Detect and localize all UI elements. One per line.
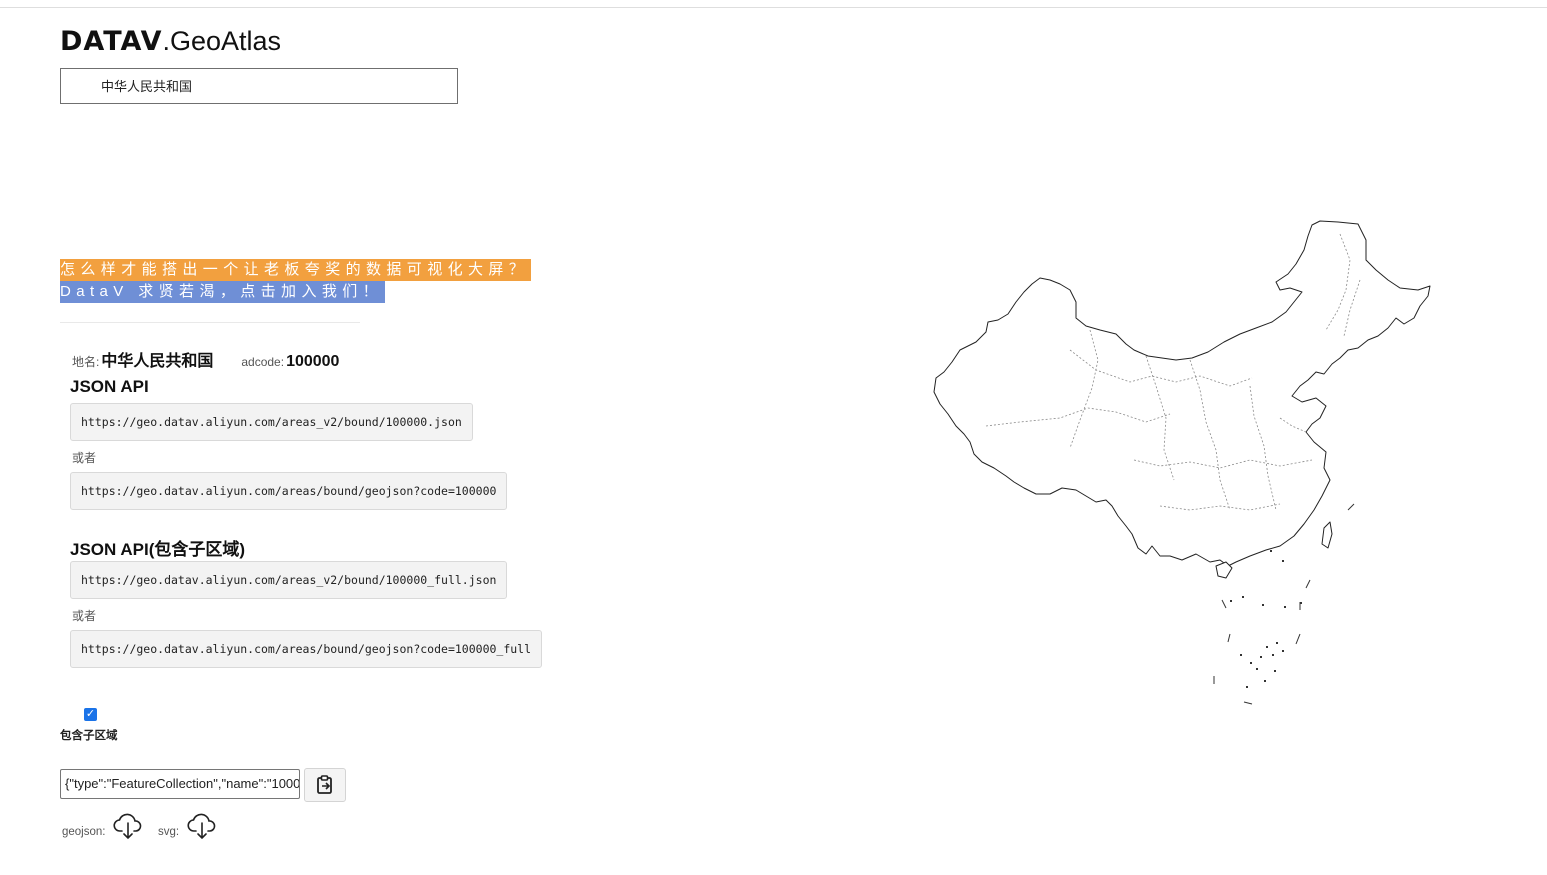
download-geojson: geojson: bbox=[62, 812, 143, 840]
region-select[interactable]: 中华人民共和国 bbox=[60, 68, 458, 104]
cloud-download-icon[interactable] bbox=[113, 812, 143, 840]
copy-button[interactable] bbox=[304, 768, 346, 802]
name-label: 地名: bbox=[72, 355, 100, 369]
island-dot bbox=[1260, 656, 1262, 658]
json-api-title: JSON API bbox=[70, 377, 149, 396]
island-dot bbox=[1246, 686, 1248, 688]
island-dot bbox=[1256, 668, 1258, 670]
logo-text-light: .GeoAtlas bbox=[162, 26, 282, 56]
island-dot bbox=[1262, 604, 1264, 606]
logo-text-bold: DATAV bbox=[60, 26, 163, 57]
promo-line-2[interactable]: DataV 求贤若渴，点击加入我们！ bbox=[60, 281, 386, 303]
or-label-full: 或者 bbox=[72, 609, 97, 623]
island-dot bbox=[1270, 550, 1272, 552]
island-dot bbox=[1230, 600, 1232, 602]
island-dot bbox=[1276, 642, 1278, 644]
name-value: 中华人民共和国 bbox=[101, 353, 214, 370]
dash-line-segment bbox=[1295, 633, 1301, 645]
adcode-value: 100000 bbox=[286, 353, 340, 370]
adcode-label: adcode: bbox=[241, 355, 285, 369]
include-subregions-checkbox[interactable]: ✓ bbox=[84, 708, 97, 721]
island-dot bbox=[1282, 560, 1284, 562]
section-divider bbox=[60, 322, 360, 323]
json-api-full-url-v2[interactable]: https://geo.datav.aliyun.com/areas_v2/bo… bbox=[70, 561, 508, 599]
taiwan-outline bbox=[1321, 521, 1333, 549]
dash-line-segment bbox=[1227, 633, 1231, 643]
region-info: 地名: 中华人民共和国 adcode: 100000 bbox=[72, 347, 339, 371]
json-api-url-geojson[interactable]: https://geo.datav.aliyun.com/areas/bound… bbox=[70, 472, 508, 510]
region-select-value: 中华人民共和国 bbox=[101, 79, 193, 94]
top-divider bbox=[0, 7, 1547, 8]
island-dot bbox=[1274, 670, 1276, 672]
island-dot bbox=[1242, 596, 1244, 598]
island-dot bbox=[1282, 650, 1284, 652]
promo-banner[interactable]: 怎么样才能搭出一个让老板夸奖的数据可视化大屏？ DataV 求贤若渴，点击加入我… bbox=[60, 259, 532, 303]
json-api-url-v2[interactable]: https://geo.datav.aliyun.com/areas_v2/bo… bbox=[70, 403, 473, 441]
promo-line-1[interactable]: 怎么样才能搭出一个让老板夸奖的数据可视化大屏？ bbox=[60, 259, 532, 281]
island-dot bbox=[1284, 606, 1286, 608]
country-outline bbox=[933, 220, 1431, 567]
cloud-download-icon[interactable] bbox=[187, 812, 217, 840]
or-label: 或者 bbox=[72, 451, 97, 465]
island-dot bbox=[1266, 646, 1268, 648]
geojson-download-label: geojson: bbox=[62, 826, 106, 838]
json-api-full-url-geojson[interactable]: https://geo.datav.aliyun.com/areas/bound… bbox=[70, 630, 543, 668]
island-dot bbox=[1264, 680, 1266, 682]
dash-line-segment bbox=[1305, 579, 1311, 589]
dash-line-segment bbox=[1221, 599, 1227, 609]
dash-line-segment bbox=[1243, 701, 1253, 705]
dash-line-segment bbox=[1347, 503, 1355, 511]
clipboard-icon bbox=[317, 775, 332, 794]
island-dot bbox=[1272, 654, 1274, 656]
logo[interactable]: DATAV .GeoAtlas bbox=[60, 26, 281, 60]
include-subregions-label: 包含子区域 bbox=[60, 730, 118, 742]
china-map[interactable] bbox=[920, 210, 1450, 720]
island-dot bbox=[1240, 654, 1242, 656]
geojson-output-field[interactable]: {"type":"FeatureCollection","name":"1000… bbox=[60, 769, 300, 799]
island-dot bbox=[1250, 662, 1252, 664]
svg-download-label: svg: bbox=[158, 826, 180, 838]
json-api-full-title: JSON API(包含子区域) bbox=[70, 540, 246, 559]
download-svg: svg: bbox=[158, 812, 217, 840]
